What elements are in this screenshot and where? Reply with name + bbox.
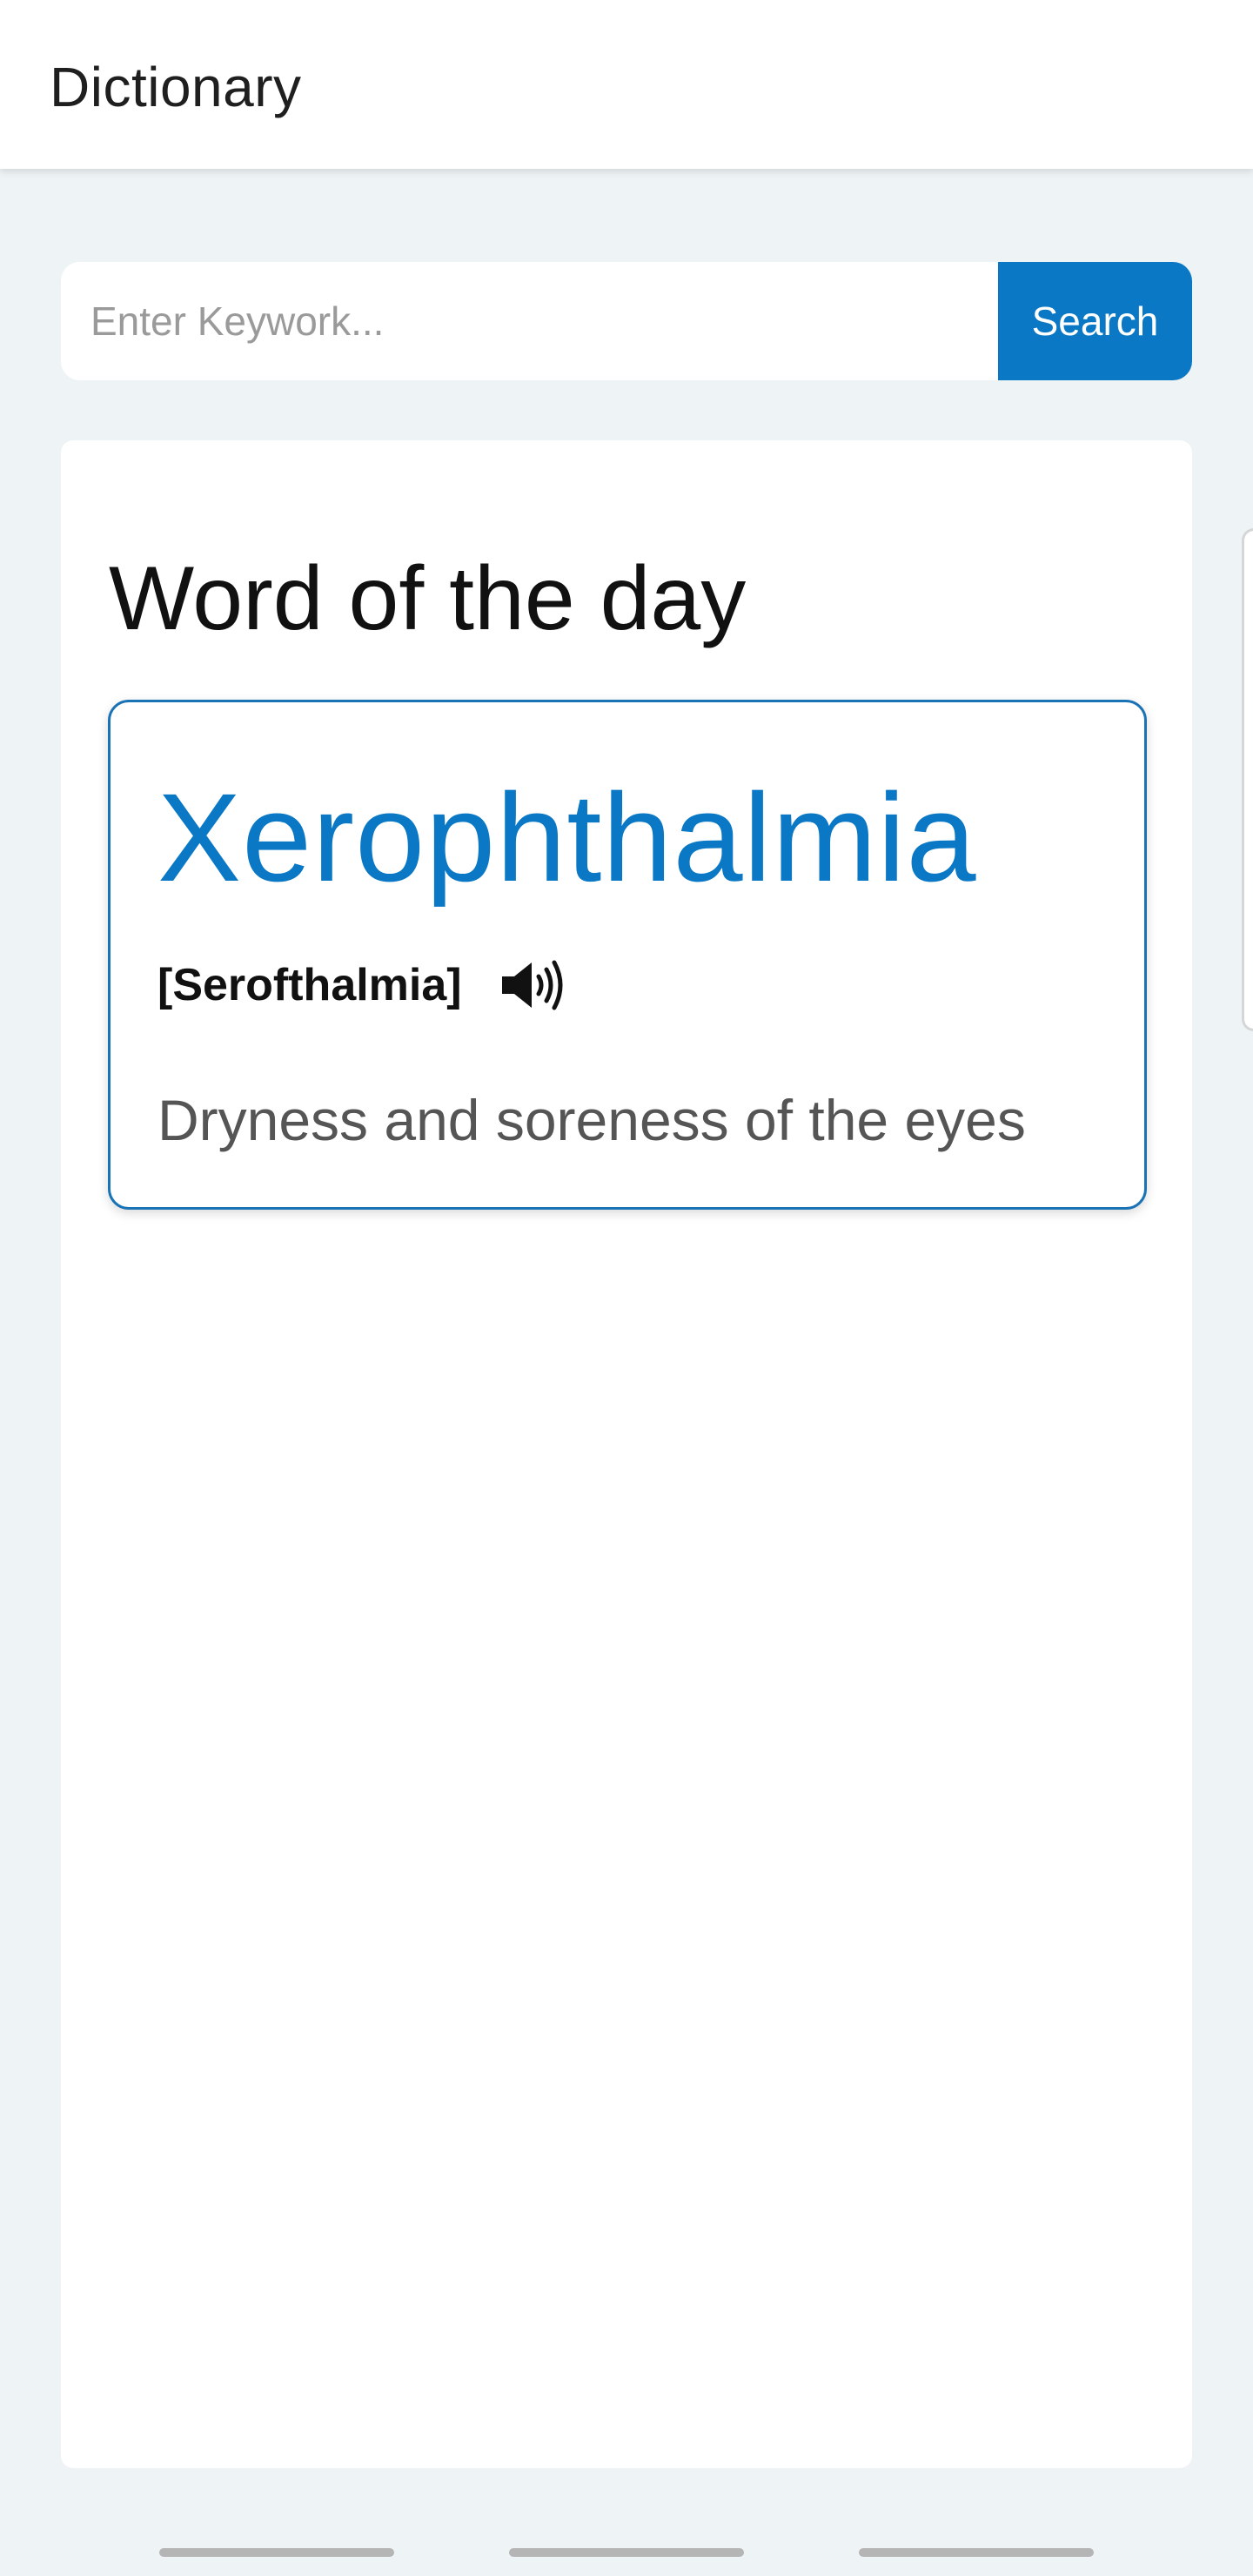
word-title: Xerophthalmia xyxy=(157,768,977,908)
nav-indicator-left[interactable] xyxy=(159,2548,394,2557)
section-title: Word of the day xyxy=(109,548,747,649)
app-title: Dictionary xyxy=(50,56,302,118)
search-bar: Search xyxy=(61,262,1192,380)
definition-text: Dryness and soreness of the eyes xyxy=(157,1088,1026,1152)
app-bar: Dictionary xyxy=(0,0,1253,169)
speaker-icon[interactable] xyxy=(497,957,566,1013)
nav-indicator-right[interactable] xyxy=(859,2548,1094,2557)
gesture-navigation-bar xyxy=(0,2524,1253,2576)
pronunciation-row: [Serofthalmia] xyxy=(157,955,566,1016)
content-card: Word of the day Xerophthalmia [Serofthal… xyxy=(61,440,1192,2468)
side-panel-handle[interactable] xyxy=(1242,528,1253,1031)
word-of-the-day-card[interactable]: Xerophthalmia [Serofthalmia] Dryness and… xyxy=(108,700,1147,1210)
phonetic-text: [Serofthalmia] xyxy=(157,960,462,1010)
search-input[interactable] xyxy=(61,262,998,380)
nav-indicator-center[interactable] xyxy=(509,2548,744,2557)
search-button[interactable]: Search xyxy=(998,262,1192,380)
